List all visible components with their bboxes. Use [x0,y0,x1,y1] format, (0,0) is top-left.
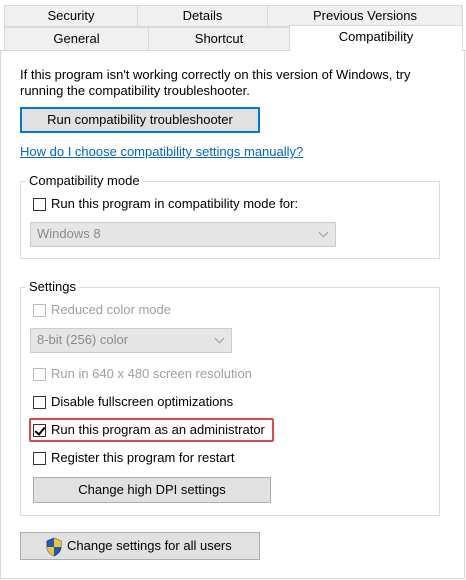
manual-settings-link[interactable]: How do I choose compatibility settings m… [20,144,303,159]
disable-fullscreen-checkbox[interactable] [33,396,46,409]
compatibility-mode-group [20,181,440,259]
run-as-admin-label[interactable]: Run this program as an administrator [51,422,265,438]
tab-security[interactable]: Security [4,5,138,27]
tab-general[interactable]: General [4,27,149,51]
register-restart-checkbox[interactable] [33,452,46,465]
compat-mode-checkbox[interactable] [33,198,46,211]
change-all-users-label: Change settings for all users [67,538,232,553]
chevron-down-icon [214,333,225,344]
intro-text-line-2: running the compatibility troubleshooter… [20,83,250,98]
properties-dialog: Security Details Previous Versions Gener… [0,0,466,580]
intro-text-line-1: If this program isn't working correctly … [20,67,411,82]
compat-os-dropdown[interactable]: Windows 8 [30,222,336,247]
settings-group-label: Settings [26,279,79,294]
compatibility-mode-label: Compatibility mode [26,173,143,188]
tab-details[interactable]: Details [137,5,268,27]
compat-mode-checkbox-label[interactable]: Run this program in compatibility mode f… [51,196,298,212]
tab-shortcut[interactable]: Shortcut [148,27,290,51]
color-depth-dropdown[interactable]: 8-bit (256) color [30,328,232,353]
chevron-down-icon [318,227,329,238]
run-troubleshooter-button[interactable]: Run compatibility troubleshooter [20,107,260,133]
reduced-color-label[interactable]: Reduced color mode [51,302,171,318]
color-depth-dropdown-value: 8-bit (256) color [37,332,129,347]
register-restart-label[interactable]: Register this program for restart [51,450,235,466]
run-640x480-label[interactable]: Run in 640 x 480 screen resolution [51,366,252,382]
uac-shield-icon [45,537,63,557]
change-dpi-button[interactable]: Change high DPI settings [33,477,271,503]
tab-compatibility[interactable]: Compatibility [289,25,463,51]
run-as-admin-checkbox[interactable] [33,424,46,437]
compat-os-dropdown-value: Windows 8 [37,226,101,241]
disable-fullscreen-label[interactable]: Disable fullscreen optimizations [51,394,233,410]
tab-previous-versions[interactable]: Previous Versions [267,5,463,27]
run-640x480-checkbox[interactable] [33,368,46,381]
reduced-color-checkbox[interactable] [33,304,46,317]
change-all-users-button[interactable]: Change settings for all users [20,532,260,560]
